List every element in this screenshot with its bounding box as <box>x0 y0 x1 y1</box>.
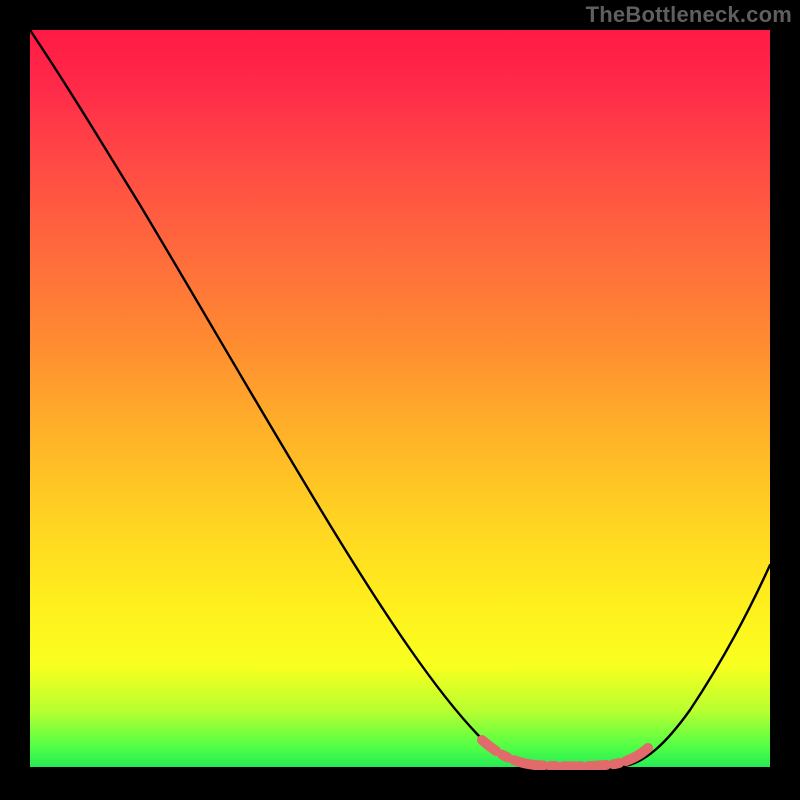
curve-svg <box>30 30 770 770</box>
chart-frame: TheBottleneck.com <box>0 0 800 800</box>
baseline-fill <box>30 767 770 770</box>
attribution-label: TheBottleneck.com <box>586 2 792 28</box>
minimum-highlight <box>482 740 648 766</box>
plot-area <box>30 30 770 770</box>
bottleneck-curve <box>30 30 770 768</box>
